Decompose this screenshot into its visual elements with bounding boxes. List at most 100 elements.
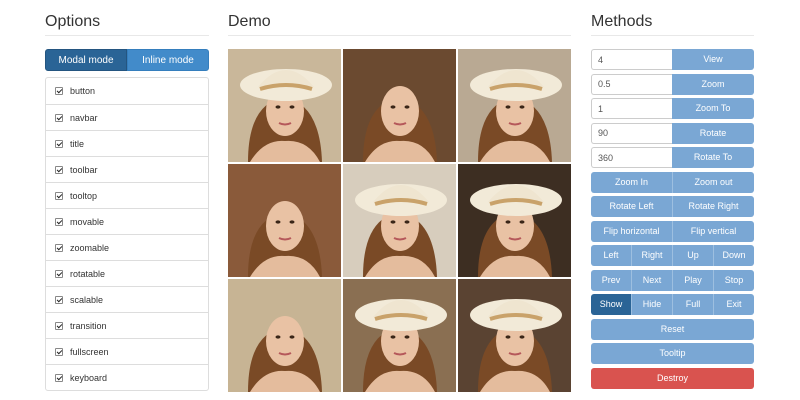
reset-row: Reset [591, 318, 754, 340]
zoom-to-input[interactable] [591, 98, 672, 119]
button-group: Flip horizontal Flip vertical [591, 220, 754, 242]
tooltip-button[interactable]: Tooltip [591, 343, 754, 364]
tooltip-row: Tooltip [591, 343, 754, 364]
flip-horizontal-button[interactable]: Flip horizontal [591, 220, 672, 242]
rotate-left-button[interactable]: Rotate Left [591, 196, 672, 217]
gallery-image[interactable] [343, 164, 456, 277]
options-panel: Options Modal mode Inline mode button navb… [45, 0, 209, 391]
button-group: Zoom In Zoom out [591, 171, 754, 193]
exit-button[interactable]: Exit [713, 294, 754, 315]
option-label: title [70, 138, 85, 149]
gallery-image[interactable] [458, 279, 571, 392]
option-movable[interactable]: movable [46, 208, 208, 234]
option-tooltop[interactable]: tooltop [46, 182, 208, 208]
inline-mode-button[interactable]: Inline mode [127, 49, 209, 71]
gallery-image[interactable] [228, 49, 341, 162]
checkbox[interactable] [55, 269, 63, 278]
flip-vertical-button[interactable]: Flip vertical [672, 220, 754, 242]
down-button[interactable]: Down [713, 245, 754, 266]
methods-list: ViewZoomZoom ToRotateRotate ToZoom InZoo… [591, 49, 754, 389]
checkbox[interactable] [55, 191, 63, 200]
view-input[interactable] [591, 49, 672, 70]
checkbox[interactable] [55, 295, 63, 304]
checkbox[interactable] [55, 347, 63, 356]
checkbox[interactable] [55, 243, 63, 252]
option-label: tooltop [70, 190, 98, 201]
up-button[interactable]: Up [672, 245, 713, 266]
reset-button[interactable]: Reset [591, 318, 754, 340]
view-row: View [591, 49, 754, 70]
play-button[interactable]: Play [672, 269, 713, 291]
zoom-input[interactable] [591, 73, 672, 95]
next-button[interactable]: Next [631, 269, 672, 291]
gallery-image[interactable] [343, 49, 456, 162]
checkbox[interactable] [55, 87, 63, 95]
rotate-to-input[interactable] [591, 147, 672, 168]
mode-toggle: Modal mode Inline mode [45, 49, 209, 71]
option-label: movable [70, 216, 105, 227]
option-rotatable[interactable]: rotatable [46, 260, 208, 286]
option-label: button [70, 86, 96, 96]
option-zoomable[interactable]: zoomable [46, 234, 208, 260]
rotate-to-button[interactable]: Rotate To [672, 147, 754, 168]
demo-panel: Demo [228, 0, 571, 392]
rotate-to-row: Rotate To [591, 147, 754, 168]
option-label: keyboard [70, 372, 108, 383]
option-title[interactable]: title [46, 130, 208, 156]
zoom-row: Zoom [591, 73, 754, 95]
option-toolbar[interactable]: toolbar [46, 156, 208, 182]
destroy-button[interactable]: Destroy [591, 367, 754, 389]
left-button[interactable]: Left [591, 245, 631, 266]
rotate-row: Rotate [591, 122, 754, 144]
option-navbar[interactable]: navbar [46, 104, 208, 130]
rotate-button[interactable]: Rotate [672, 122, 754, 144]
destroy-row: Destroy [591, 367, 754, 389]
zoom-in-button[interactable]: Zoom In [591, 171, 672, 193]
option-label: transition [70, 320, 107, 331]
zoom-out-button[interactable]: Zoom out [672, 171, 754, 193]
full-button[interactable]: Full [672, 294, 713, 315]
prev-button[interactable]: Prev [591, 269, 631, 291]
button-group: Rotate Left Rotate Right [591, 196, 754, 217]
methods-panel: Methods ViewZoomZoom ToRotateRotate ToZo… [591, 0, 754, 392]
demo-heading: Demo [228, 0, 571, 36]
option-button[interactable]: button [46, 78, 208, 104]
checkbox[interactable] [55, 113, 63, 122]
gallery-image[interactable] [343, 279, 456, 392]
stop-button[interactable]: Stop [713, 269, 754, 291]
option-label: navbar [70, 112, 98, 123]
zoom-button[interactable]: Zoom [672, 73, 754, 95]
gallery-image[interactable] [458, 164, 571, 277]
zoom-to-button[interactable]: Zoom To [672, 98, 754, 119]
option-fullscreen[interactable]: fullscreen [46, 338, 208, 364]
option-keyboard[interactable]: keyboard [46, 364, 208, 390]
checkbox[interactable] [55, 373, 63, 382]
hide-button[interactable]: Hide [631, 294, 672, 315]
options-heading: Options [45, 0, 209, 36]
zoom-to-row: Zoom To [591, 98, 754, 119]
checkbox[interactable] [55, 321, 63, 330]
checkbox[interactable] [55, 139, 63, 148]
option-label: zoomable [70, 242, 110, 253]
rotate-right-button[interactable]: Rotate Right [672, 196, 754, 217]
checkbox[interactable] [55, 165, 63, 174]
button-group: Left Right Up Down [591, 245, 754, 266]
modal-mode-button[interactable]: Modal mode [45, 49, 127, 71]
button-group: Prev Next Play Stop [591, 269, 754, 291]
right-button[interactable]: Right [631, 245, 672, 266]
option-scalable[interactable]: scalable [46, 286, 208, 312]
option-label: fullscreen [70, 346, 109, 357]
gallery-image[interactable] [228, 164, 341, 277]
show-button[interactable]: Show [591, 294, 631, 315]
checkbox[interactable] [55, 217, 63, 226]
view-button[interactable]: View [672, 49, 754, 70]
button-group: Show Hide Full Exit [591, 294, 754, 315]
gallery-image[interactable] [458, 49, 571, 162]
option-list: button navbar title toolbar tooltop movable zo… [45, 77, 209, 391]
option-transition[interactable]: transition [46, 312, 208, 338]
gallery-image[interactable] [228, 279, 341, 392]
rotate-input[interactable] [591, 122, 672, 144]
methods-heading: Methods [591, 0, 754, 36]
image-gallery [228, 49, 571, 392]
option-label: rotatable [70, 268, 106, 279]
